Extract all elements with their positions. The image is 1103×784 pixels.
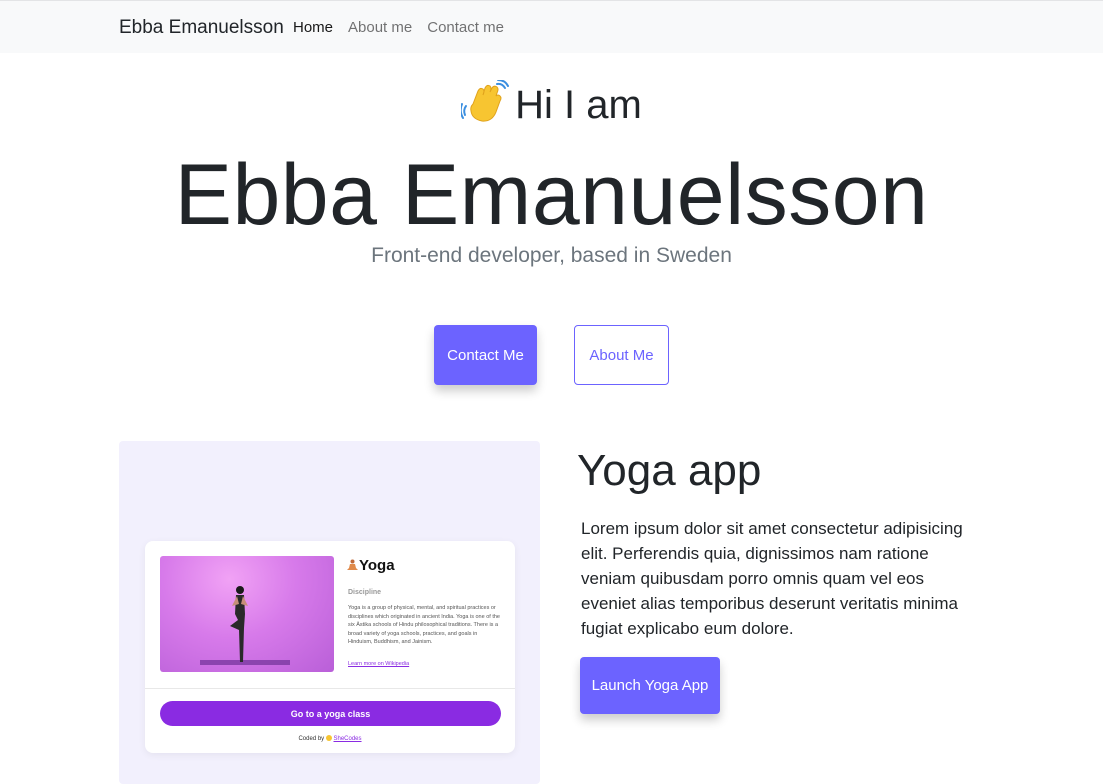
launch-yoga-app-button[interactable]: Launch Yoga App [580,657,720,714]
yoga-preview-subheading: Discipline [348,589,382,596]
yoga-preview-link: Learn more on Wikipedia [348,661,410,667]
navbar: Ebba Emanuelsson Home About me Contact m… [0,0,1103,53]
yoga-preview-footer: Coded by SheCodes [145,735,515,742]
nav-link-home[interactable]: Home [293,19,333,36]
project-preview-card: Yoga Discipline Yoga is a group of physi… [119,441,540,784]
divider [145,688,515,689]
nav-link-contact[interactable]: Contact me [427,19,504,36]
contact-me-button[interactable]: Contact Me [434,325,537,385]
footer-link: SheCodes [333,736,362,742]
yoga-preview-button: Go to a yoga class [160,701,501,726]
footer-prefix: Coded by [298,736,325,742]
yoga-preview-title: Yoga [359,557,395,574]
meditation-icon [347,559,358,572]
nav-link-about[interactable]: About me [348,19,412,36]
navbar-brand[interactable]: Ebba Emanuelsson [119,17,284,39]
project-description: Lorem ipsum dolor sit amet consectetur a… [581,519,963,638]
yoga-pose-image [160,556,334,672]
hero-name: Ebba Emanuelsson [174,147,929,243]
about-me-button[interactable]: About Me [574,325,669,385]
yoga-preview-body: Yoga is a group of physical, mental, and… [348,605,500,645]
yoga-app-screenshot: Yoga Discipline Yoga is a group of physi… [145,541,515,753]
waving-hand-icon [459,79,511,124]
smile-icon [325,735,332,741]
nav-links: Home About me Contact me [293,19,504,36]
hero-subtitle: Front-end developer, based in Sweden [371,244,732,267]
project-title: Yoga app [577,446,762,495]
hero-greeting: Hi I am [0,79,1103,128]
hero-greeting-text: Hi I am [515,83,642,127]
